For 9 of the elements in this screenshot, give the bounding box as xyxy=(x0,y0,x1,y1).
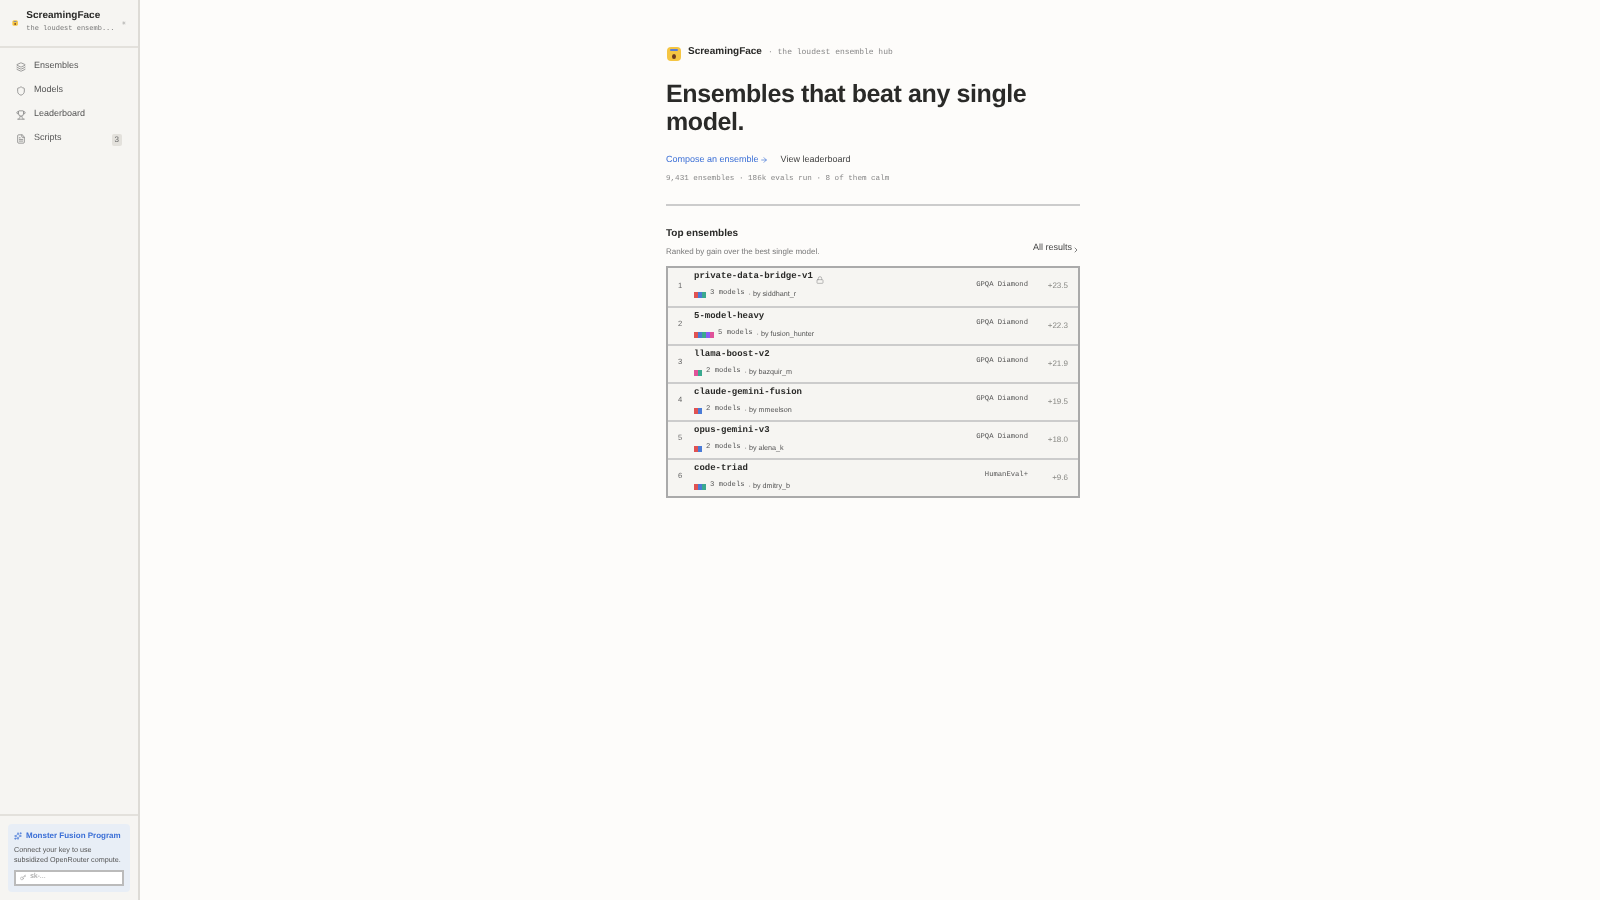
nav-icon xyxy=(16,110,26,120)
arrow-icon xyxy=(760,156,769,165)
key-icon xyxy=(20,874,27,882)
hero-title: Ensembles that beat any single model. xyxy=(666,80,1029,136)
logo-icon xyxy=(666,46,682,62)
sparkle-icon xyxy=(14,832,22,840)
nav-icon xyxy=(16,134,26,144)
nav-icon xyxy=(16,62,26,72)
nav-icon xyxy=(16,86,26,96)
